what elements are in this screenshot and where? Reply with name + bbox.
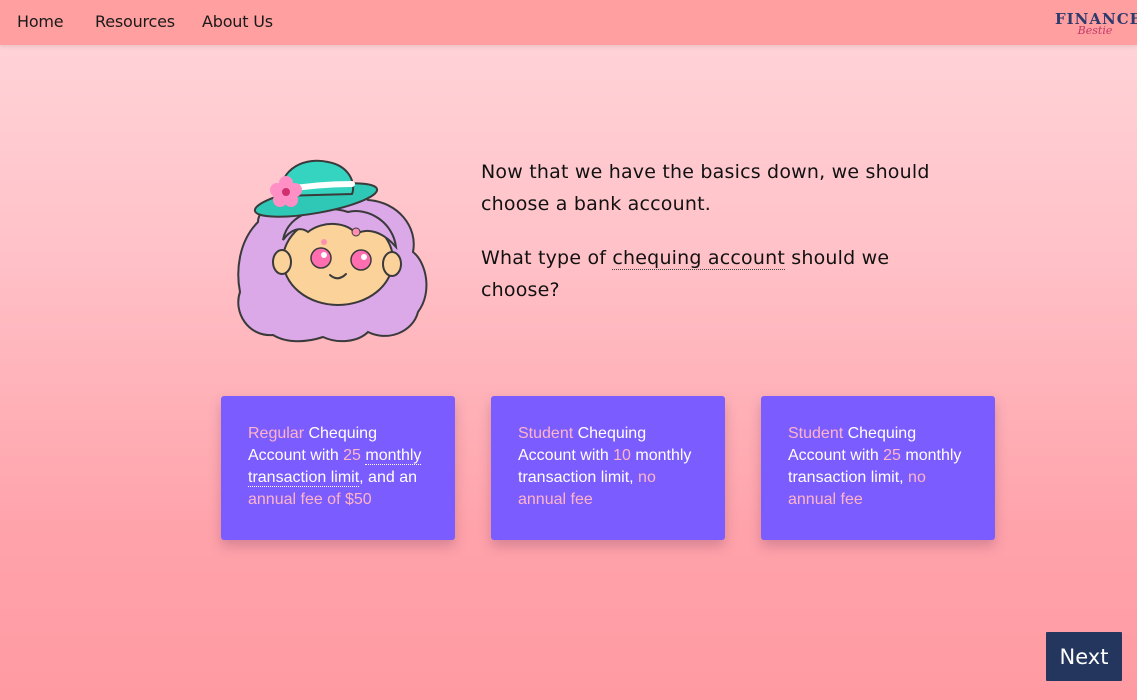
card-transaction-limit: 25 <box>883 447 901 464</box>
card-account-type: Regular <box>248 425 305 442</box>
logo-sub-text: Bestie <box>1077 24 1113 37</box>
option-card-student-25[interactable]: Student Chequing Account with 25 monthly… <box>761 396 995 540</box>
card-annual-fee: annual fee of $50 <box>248 491 372 508</box>
top-nav-bar: Home Resources About Us FINANCE Bestie <box>0 0 1137 45</box>
nav-home-link[interactable]: Home <box>17 12 64 31</box>
next-button[interactable]: Next <box>1046 632 1122 681</box>
finance-bestie-logo[interactable]: FINANCE Bestie <box>1055 10 1137 40</box>
option-card-regular-25[interactable]: Regular Chequing Account with 25 monthly… <box>221 396 455 540</box>
nav-resources-link[interactable]: Resources <box>95 12 175 31</box>
bestie-avatar-illustration <box>237 159 428 343</box>
chequing-account-term-tooltip[interactable]: chequing account <box>612 247 786 270</box>
card-account-type: Student <box>788 425 844 442</box>
dialogue-question: What type of chequing account should we … <box>481 242 951 306</box>
question-prefix: What type of <box>481 247 613 269</box>
dialogue-box: Now that we have the basics down, we sho… <box>481 156 951 328</box>
card-account-type: Student <box>518 425 574 442</box>
card-transaction-limit: 10 <box>613 447 631 464</box>
card-text: , and an <box>359 469 417 486</box>
dialogue-intro-text: Now that we have the basics down, we sho… <box>481 161 930 215</box>
card-transaction-limit: 25 <box>343 447 361 464</box>
nav-about-link[interactable]: About Us <box>202 12 273 31</box>
option-card-student-10[interactable]: Student Chequing Account with 10 monthly… <box>491 396 725 540</box>
